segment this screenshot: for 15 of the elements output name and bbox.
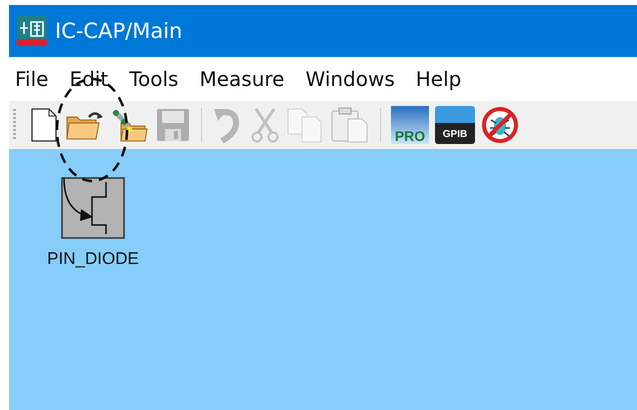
transistor-symbol-icon[interactable]	[61, 177, 125, 239]
toolbar-grip-icon[interactable]	[13, 108, 17, 142]
new-file-icon[interactable]	[29, 107, 59, 143]
menu-item[interactable]: File	[15, 67, 48, 91]
app-icon	[17, 16, 47, 46]
window-title: IC-CAP/Main	[55, 19, 182, 43]
menu-item[interactable]: Edit	[69, 67, 108, 91]
menu-item[interactable]: Windows	[305, 67, 395, 91]
open-example-icon[interactable]	[111, 107, 149, 143]
menu-item[interactable]: Tools	[129, 67, 178, 91]
menu-item[interactable]: Measure	[199, 67, 284, 91]
model-label: PIN_DIODE	[47, 249, 139, 269]
menu-item[interactable]: Help	[416, 67, 462, 91]
no-bug-icon[interactable]	[481, 106, 519, 144]
gpib-button[interactable]: GPIB	[435, 106, 475, 144]
